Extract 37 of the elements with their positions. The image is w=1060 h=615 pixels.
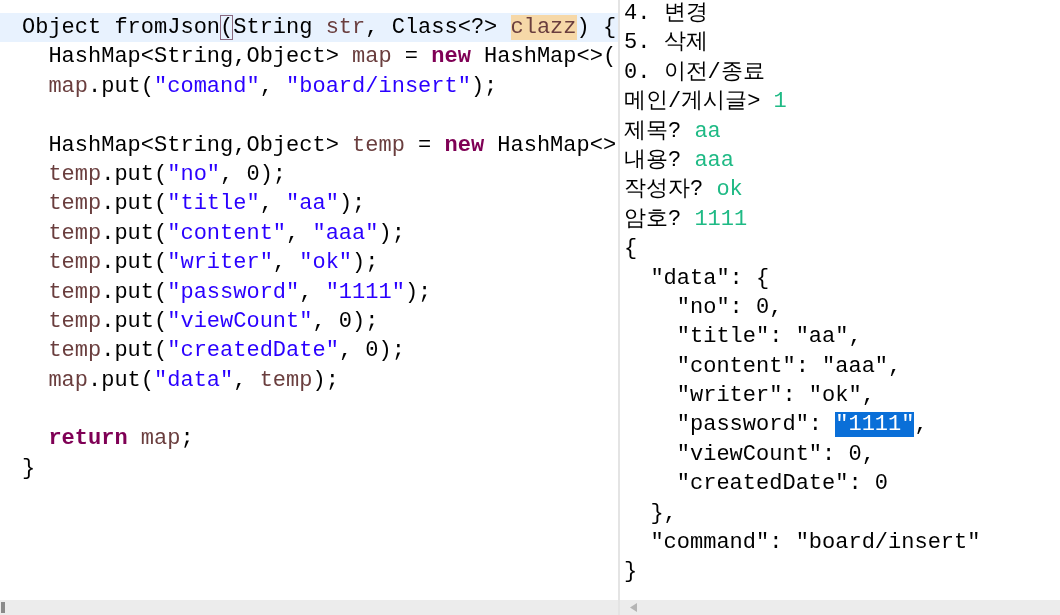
- code-line: temp.put("password", "1111");: [47, 278, 433, 307]
- code-line: temp.put("viewCount", 0);: [47, 307, 380, 336]
- console-line: "no": 0,: [675, 293, 784, 322]
- code-line: HashMap<String,Object> map = new HashMap<>(: [47, 43, 618, 72]
- console-line: 5. 삭제: [624, 29, 709, 58]
- console-line: 암호? 1111: [624, 205, 749, 234]
- scroll-left-icon[interactable]: [630, 603, 638, 612]
- console-line: "password": "1111",: [675, 411, 929, 440]
- code-line: temp.put("content", "aaa");: [47, 219, 406, 248]
- code-line: }: [21, 454, 37, 483]
- code-line: return map;: [47, 425, 195, 454]
- scrollbar[interactable]: [0, 600, 618, 615]
- console-line: },: [649, 499, 678, 528]
- console-line: "createdDate": 0: [675, 470, 890, 499]
- code-line: map.put("data", temp);: [47, 366, 340, 395]
- console-line: 내용? aaa: [624, 146, 735, 175]
- console-line: 메인/게시글> 1: [624, 88, 788, 117]
- code-line: HashMap<String,Object> temp = new HashMap<>: [47, 131, 618, 160]
- console-line: }: [624, 558, 639, 587]
- console-line: 제목? aa: [624, 117, 722, 146]
- scroll-thumb[interactable]: [1, 602, 5, 613]
- console-line: {: [624, 235, 639, 264]
- code-line: temp.put("title", "aa");: [47, 190, 367, 219]
- code-line: temp.put("writer", "ok");: [47, 249, 380, 278]
- console-line: "writer": "ok",: [675, 382, 876, 411]
- console-line: "viewCount": 0,: [675, 440, 876, 469]
- console-line: "command": "board/insert": [649, 529, 982, 558]
- console-line: "content": "aaa",: [675, 352, 903, 381]
- console-line: "title": "aa",: [675, 323, 863, 352]
- console-line: "data": {: [649, 264, 771, 293]
- code-line: temp.put("no", 0);: [47, 160, 288, 189]
- console-line: 0. 이전/종료: [624, 58, 766, 87]
- console-line: 4. 변경: [624, 0, 709, 28]
- scrollbar[interactable]: [620, 600, 1060, 615]
- console-line: 작성자? ok: [624, 176, 744, 205]
- code-line: temp.put("createdDate", 0);: [47, 337, 406, 366]
- code-line: map.put("comand", "board/insert");: [47, 72, 499, 101]
